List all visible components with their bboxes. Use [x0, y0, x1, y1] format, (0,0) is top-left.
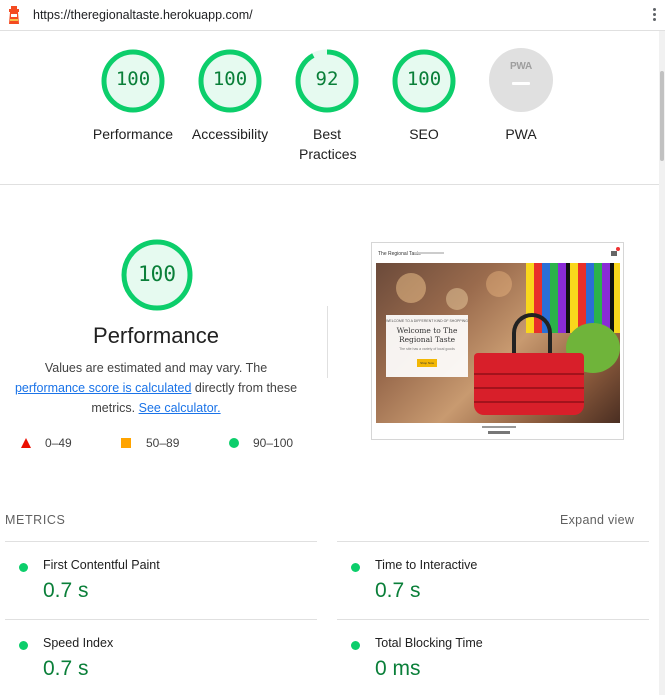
thumb-heading: Welcome to The Regional Taste [396, 326, 458, 344]
thumb-nav-links [414, 252, 444, 254]
metric-name: First Contentful Paint [43, 558, 160, 572]
desc-text: Values are estimated and may vary. The [44, 361, 268, 375]
pass-circle-icon [19, 563, 28, 572]
gauge-score: 92 [315, 68, 339, 90]
pass-circle-icon [19, 641, 28, 650]
gauge-seo[interactable]: 100 SEO [376, 48, 472, 144]
gauge-label: Best Practices [299, 126, 357, 162]
gauge-score: 100 [115, 68, 151, 90]
circle-icon [229, 438, 239, 448]
metric-name: Speed Index [43, 636, 114, 650]
social-icons [487, 431, 510, 434]
shopping-basket-icon [474, 353, 584, 415]
cart-icon [611, 251, 617, 256]
performance-gauge: 100 [120, 238, 194, 312]
gauge-score: 100 [406, 68, 442, 90]
metric-first-contentful-paint: First Contentful Paint 0.7 s [5, 541, 317, 619]
legend-range-pass: 90–100 [253, 436, 294, 450]
metric-total-blocking-time: Total Blocking Time 0 ms [337, 619, 649, 695]
metric-value: 0.7 s [43, 579, 89, 602]
pwa-badge-text: PWA [510, 61, 532, 72]
pwa-dash [512, 82, 530, 85]
score-gauges: 100 Performance 100 Accessibility 92 Bes… [0, 48, 659, 184]
score-legend: 0–49 50–89 90–100 [18, 436, 318, 452]
thumb-footer [372, 423, 623, 439]
section-divider [0, 184, 659, 185]
more-options-icon[interactable] [651, 6, 657, 24]
metric-name: Total Blocking Time [375, 636, 483, 650]
gauge-label: SEO [409, 126, 439, 142]
gauge-pwa[interactable]: PWA PWA [473, 48, 569, 144]
performance-title: Performance [93, 323, 219, 348]
page-url[interactable]: https://theregionaltaste.herokuapp.com/ [33, 8, 253, 22]
vertical-divider [327, 306, 328, 378]
legend-range-fail: 0–49 [45, 436, 72, 450]
thumb-hero-image: WELCOME TO A DIFFERENT KIND OF SHOPPING … [376, 263, 620, 423]
pwa-badge-icon: PWA [489, 48, 553, 112]
url-bar: https://theregionaltaste.herokuapp.com/ [0, 0, 665, 31]
thumb-welcome-box: WELCOME TO A DIFFERENT KIND OF SHOPPING … [386, 315, 468, 377]
thumb-basket-handle [512, 313, 552, 357]
gauge-accessibility[interactable]: 100 Accessibility [182, 48, 278, 144]
gauge-score: 100 [212, 68, 248, 90]
expand-view-toggle[interactable]: Expand view [560, 513, 634, 527]
cart-badge-icon [616, 247, 620, 251]
see-calculator-link[interactable]: See calculator. [139, 401, 221, 415]
square-icon [121, 438, 131, 448]
pass-circle-icon [351, 563, 360, 572]
metric-value: 0 ms [375, 657, 421, 680]
scrollbar-thumb[interactable] [660, 71, 664, 161]
scrollbar[interactable] [659, 31, 665, 695]
thumb-shop-button: Shop Now [417, 359, 437, 367]
legend-range-average: 50–89 [146, 436, 180, 450]
metric-value: 0.7 s [43, 657, 89, 680]
page-screenshot-thumbnail[interactable]: The Regional Taste WELCOME TO A DIFFEREN… [371, 242, 624, 440]
metric-time-to-interactive: Time to Interactive 0.7 s [337, 541, 649, 619]
thumb-small-text: WELCOME TO A DIFFERENT KIND OF SHOPPING [386, 319, 468, 323]
pass-circle-icon [351, 641, 360, 650]
gauge-performance[interactable]: 100 Performance [85, 48, 181, 144]
gauge-best-practices[interactable]: 92 Best Practices [279, 48, 375, 164]
performance-score: 100 [138, 262, 176, 286]
thumb-sub-text: The site has a variety of local goods [399, 347, 455, 351]
performance-description: Values are estimated and may vary. The p… [10, 358, 302, 418]
metric-name: Time to Interactive [375, 558, 478, 572]
gauge-label: PWA [505, 126, 537, 142]
metric-speed-index: Speed Index 0.7 s [5, 619, 317, 695]
thumb-navbar: The Regional Taste [372, 243, 623, 263]
lighthouse-logo-icon [9, 6, 19, 24]
metrics-heading: METRICS [5, 513, 66, 527]
gauge-label: Accessibility [191, 126, 269, 142]
metric-value: 0.7 s [375, 579, 421, 602]
gauge-label: Performance [92, 126, 174, 142]
performance-score-link[interactable]: performance score is calculated [15, 381, 191, 395]
triangle-icon [21, 438, 31, 448]
